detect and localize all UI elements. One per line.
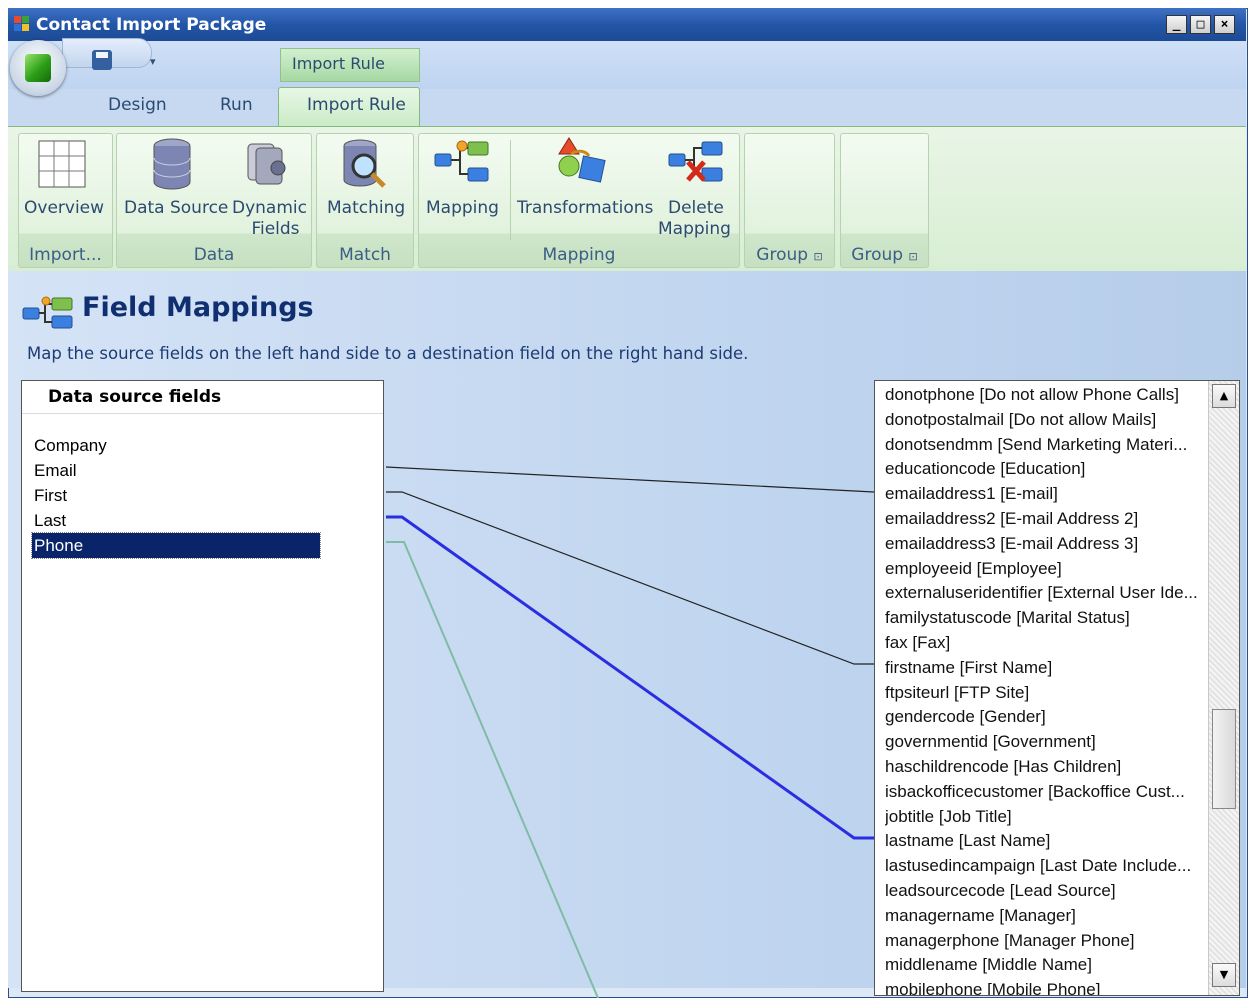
destination-field-item[interactable]: emailaddress1 [E-mail]	[885, 482, 1207, 507]
mapping-line-first	[386, 491, 874, 665]
destination-field-item[interactable]: gendercode [Gender]	[885, 705, 1207, 730]
destination-field-item[interactable]: donotsendmm [Send Marketing Materi...	[885, 433, 1207, 458]
destination-field-item[interactable]: jobtitle [Job Title]	[885, 805, 1207, 830]
destination-field-item[interactable]: lastname [Last Name]	[885, 829, 1207, 854]
source-fields-title: Data source fields	[48, 387, 222, 407]
destination-field-item[interactable]: donotpostalmail [Do not allow Mails]	[885, 408, 1207, 433]
application-menu-button[interactable]	[10, 40, 66, 96]
source-field-company[interactable]: Company	[32, 433, 332, 458]
destination-field-item[interactable]: middlename [Middle Name]	[885, 953, 1207, 978]
destination-field-item[interactable]: mobilephone [Mobile Phone]	[885, 978, 1207, 995]
mapping-line-last	[386, 515, 874, 840]
source-fields-panel: Data source fields Company Email First L…	[21, 380, 384, 992]
destination-field-item[interactable]: managername [Manager]	[885, 904, 1207, 929]
destination-field-item[interactable]: educationcode [Education]	[885, 457, 1207, 482]
destination-field-item[interactable]: fax [Fax]	[885, 631, 1207, 656]
app-cube-icon	[25, 54, 51, 82]
destination-field-item[interactable]: ftpsiteurl [FTP Site]	[885, 681, 1207, 706]
mapping-line-email	[385, 466, 875, 493]
source-field-email[interactable]: Email	[32, 458, 332, 483]
destination-field-item[interactable]: emailaddress3 [E-mail Address 3]	[885, 532, 1207, 557]
source-field-last[interactable]: Last	[32, 508, 332, 533]
destination-field-item[interactable]: lastusedincampaign [Last Date Include...	[885, 854, 1207, 879]
source-fields-header: Data source fields	[22, 381, 383, 414]
destination-fields-panel: donotphone [Do not allow Phone Calls] don…	[874, 380, 1240, 996]
destination-field-item[interactable]: isbackofficecustomer [Backoffice Cust...	[885, 780, 1207, 805]
scroll-thumb[interactable]	[1212, 709, 1236, 809]
vertical-scrollbar[interactable]: ▲ ▼	[1208, 381, 1239, 995]
scroll-down-button[interactable]: ▼	[1212, 963, 1236, 987]
destination-field-item[interactable]: managerphone [Manager Phone]	[885, 929, 1207, 954]
destination-field-item[interactable]: externaluseridentifier [External User Id…	[885, 581, 1207, 606]
mapping-line-phone	[386, 541, 599, 998]
source-fields-list: Company Email First Last Phone	[31, 433, 332, 559]
destination-field-item[interactable]: emailaddress2 [E-mail Address 2]	[885, 507, 1207, 532]
destination-field-item[interactable]: firstname [First Name]	[885, 656, 1207, 681]
destination-fields-list: donotphone [Do not allow Phone Calls] don…	[885, 383, 1207, 995]
destination-field-item[interactable]: employeeid [Employee]	[885, 557, 1207, 582]
destination-field-item[interactable]: familystatuscode [Marital Status]	[885, 606, 1207, 631]
scroll-up-button[interactable]: ▲	[1212, 384, 1236, 408]
destination-field-item[interactable]: donotphone [Do not allow Phone Calls]	[885, 383, 1207, 408]
destination-field-item[interactable]: governmentid [Government]	[885, 730, 1207, 755]
source-field-first[interactable]: First	[32, 483, 332, 508]
destination-field-item[interactable]: leadsourcecode [Lead Source]	[885, 879, 1207, 904]
destination-field-item[interactable]: haschildrencode [Has Children]	[885, 755, 1207, 780]
source-field-phone[interactable]: Phone	[31, 532, 321, 559]
